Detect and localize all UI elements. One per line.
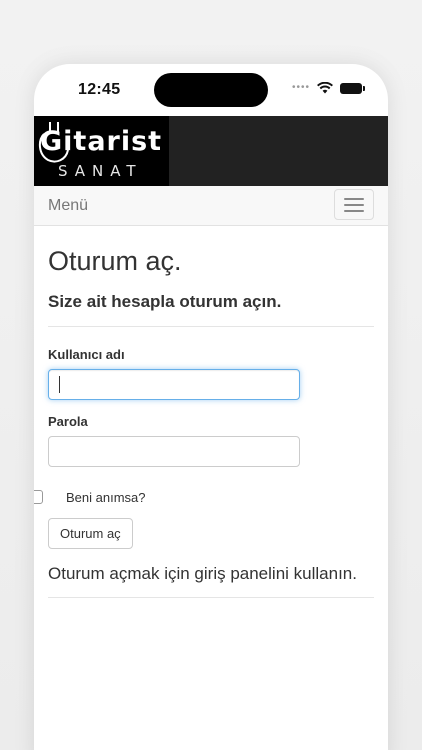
status-icons: ••••: [291, 82, 365, 94]
password-input[interactable]: [48, 436, 300, 467]
login-button[interactable]: Oturum aç: [48, 518, 133, 549]
dynamic-island: [154, 73, 268, 107]
password-label: Parola: [48, 414, 88, 429]
hamburger-icon: [344, 197, 364, 200]
remember-me-label[interactable]: Beni anımsa?: [66, 490, 146, 505]
status-bar: 12:45 ••••: [34, 64, 388, 116]
site-logo[interactable]: Gitarist SANAT: [34, 116, 169, 186]
hamburger-menu-button[interactable]: [334, 189, 374, 220]
status-time: 12:45: [78, 81, 121, 98]
remember-me-checkbox[interactable]: [34, 490, 43, 504]
logo-text-top: Gitarist: [40, 126, 163, 157]
signal-dots-icon: ••••: [291, 82, 310, 93]
username-input[interactable]: [48, 369, 300, 400]
divider: [48, 326, 374, 327]
page-subtitle: Size ait hesapla oturum açın.: [48, 292, 282, 311]
battery-icon: [340, 82, 365, 94]
site-header: Gitarist SANAT: [34, 116, 388, 186]
menu-label: Menü: [48, 197, 89, 214]
username-label: Kullanıcı adı: [48, 347, 125, 362]
login-help-text: Oturum açmak için giriş panelini kullanı…: [48, 564, 357, 583]
page-title: Oturum aç.: [48, 246, 182, 276]
text-cursor: [59, 376, 60, 393]
navbar: Menü: [34, 186, 388, 226]
phone-frame: 12:45 •••• Gitarist SANAT Menü Oturum aç…: [34, 64, 388, 750]
wifi-icon: [317, 82, 333, 94]
divider: [48, 597, 374, 598]
logo-text-bottom: SANAT: [58, 162, 143, 180]
